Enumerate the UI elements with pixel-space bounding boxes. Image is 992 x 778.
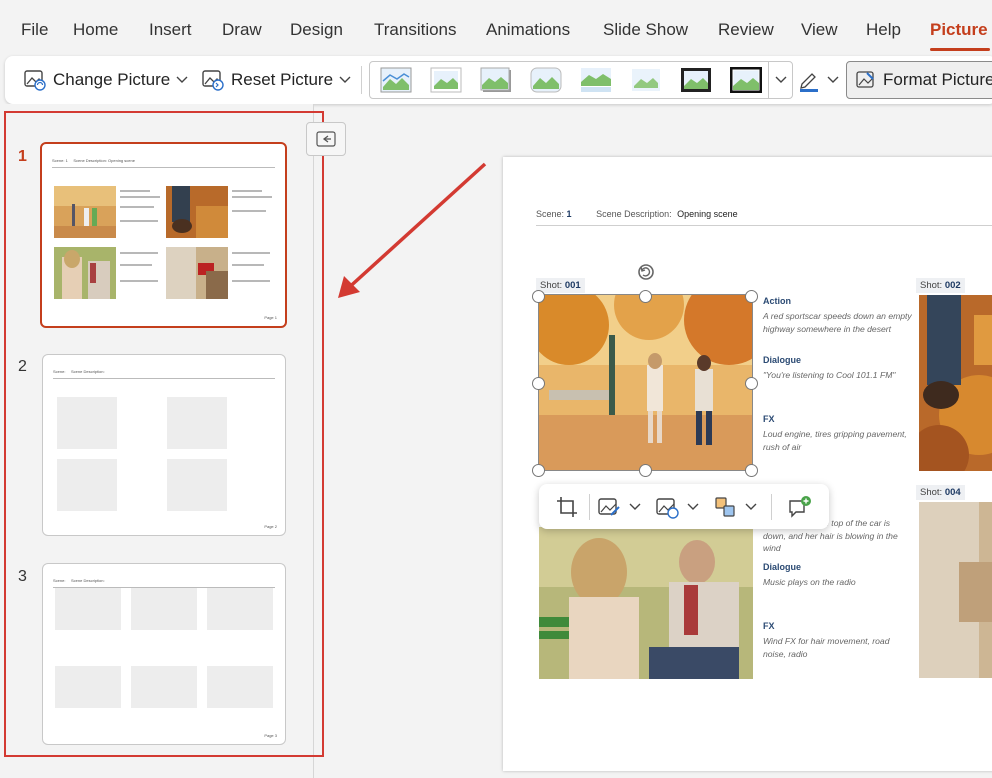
picture-style-rounded[interactable]: [530, 67, 562, 93]
tab-view[interactable]: View: [801, 20, 838, 40]
scene-divider: [536, 225, 992, 226]
chevron-down-icon: [745, 503, 757, 510]
shot-4-label: Shot: 004: [916, 485, 965, 500]
shot-1-dialogue-text: "You're listening to Cool 101.1 FM": [763, 370, 896, 380]
arrange-icon: [715, 497, 735, 517]
tab-transitions[interactable]: Transitions: [374, 20, 457, 40]
resize-handle-top-left[interactable]: [532, 290, 545, 303]
format-picture-icon: [856, 71, 874, 88]
reset-picture-button[interactable]: Reset Picture: [201, 64, 353, 96]
tab-review[interactable]: Review: [718, 20, 774, 40]
crop-icon: [557, 497, 577, 517]
change-picture-button[interactable]: Change Picture: [23, 64, 190, 96]
picture-style-beveled[interactable]: [430, 67, 462, 93]
reset-picture-label: Reset Picture: [231, 70, 334, 89]
picture-style-shadow[interactable]: [480, 67, 512, 93]
thumbnail-pane-highlight-box: [4, 111, 324, 757]
picture-style-soft-edge[interactable]: [630, 67, 662, 93]
picture-border-button[interactable]: [797, 64, 841, 96]
shot-2-label: Shot: 002: [916, 278, 965, 293]
shot-4-photo[interactable]: [919, 502, 992, 678]
new-comment-icon: [789, 496, 811, 518]
tab-picture[interactable]: Picture: [930, 20, 988, 40]
picture-style-simple-frame[interactable]: [380, 67, 412, 93]
selection-frame: [538, 294, 753, 471]
tab-slide-show[interactable]: Slide Show: [603, 20, 688, 40]
shot-1-label: Shot: 001: [536, 278, 585, 293]
ribbon-separator: [361, 66, 362, 94]
picture-style-black-frame[interactable]: [730, 67, 762, 93]
picture-style-icon: [598, 498, 620, 516]
change-picture-icon: [656, 498, 679, 519]
collapse-left-icon: [316, 131, 336, 147]
change-picture-label: Change Picture: [53, 70, 171, 89]
shot-1-fx-title: FX: [763, 414, 775, 424]
new-comment-button[interactable]: [787, 494, 811, 520]
shot-2-photo[interactable]: [919, 295, 992, 471]
picture-style-button[interactable]: [597, 494, 643, 520]
tab-file[interactable]: File: [21, 20, 48, 40]
shot-1-action-text: A red sportscar speeds down an empty hig…: [763, 311, 912, 334]
shot-3-fx-text: Wind FX for hair movement, road noise, r…: [763, 636, 890, 659]
format-picture-button[interactable]: Format Picture: [846, 61, 992, 99]
chevron-down-icon: [827, 76, 839, 83]
ribbon: Change Picture Reset Picture Format Pict…: [5, 56, 992, 104]
picture-styles-gallery: [369, 61, 793, 99]
resize-handle-bottom-left[interactable]: [532, 464, 545, 477]
picture-style-thick-frame[interactable]: [680, 67, 712, 93]
tab-draw[interactable]: Draw: [222, 20, 262, 40]
chevron-down-icon: [775, 76, 786, 83]
arrange-button[interactable]: [713, 494, 759, 520]
rotate-handle-icon[interactable]: [636, 262, 656, 284]
chevron-down-icon: [176, 76, 188, 83]
reset-picture-icon: [202, 70, 224, 91]
pen-icon: [800, 73, 818, 92]
resize-handle-top-right[interactable]: [745, 290, 758, 303]
menu-bar: File Home Insert Draw Design Transitions…: [0, 0, 992, 56]
chevron-down-icon: [339, 76, 351, 83]
crop-button[interactable]: [555, 494, 579, 520]
annotation-arrow-icon: [338, 162, 487, 298]
scene-number: 1: [566, 209, 572, 219]
toolbar-separator: [771, 494, 772, 520]
change-picture-toolbar-button[interactable]: [655, 494, 701, 520]
format-picture-label: Format Picture: [883, 70, 992, 89]
chevron-down-icon: [687, 503, 699, 510]
scene-header: Scene: 1 Scene Description: Opening scen…: [536, 209, 738, 219]
tab-design[interactable]: Design: [290, 20, 343, 40]
resize-handle-bottom[interactable]: [639, 464, 652, 477]
resize-handle-bottom-right[interactable]: [745, 464, 758, 477]
tab-animations[interactable]: Animations: [486, 20, 570, 40]
shot-3-fx-title: FX: [763, 621, 775, 631]
scene-label: Scene:: [536, 209, 565, 219]
shot-3-dialogue-title: Dialogue: [763, 562, 802, 572]
shot-1-fx-text: Loud engine, tires gripping pavement, ru…: [763, 429, 907, 452]
collapse-pane-button[interactable]: [306, 122, 346, 156]
resize-handle-right[interactable]: [745, 377, 758, 390]
tab-insert[interactable]: Insert: [149, 20, 192, 40]
toolbar-separator: [589, 494, 590, 520]
active-tab-indicator: [930, 48, 990, 51]
shot-3-dialogue-text: Music plays on the radio: [763, 577, 856, 587]
scene-description-label: Scene Description:: [596, 209, 672, 219]
floating-picture-toolbar: [539, 484, 829, 529]
tab-help[interactable]: Help: [866, 20, 901, 40]
shot-3-photo[interactable]: [539, 527, 753, 679]
picture-style-reflected[interactable]: [580, 67, 612, 93]
chevron-down-icon: [629, 503, 641, 510]
resize-handle-left[interactable]: [532, 377, 545, 390]
scene-description: Opening scene: [677, 209, 738, 219]
gallery-expand-button[interactable]: [768, 62, 792, 98]
shot-1-action-title: Action: [763, 296, 791, 306]
shot-1-dialogue-title: Dialogue: [763, 355, 802, 365]
change-picture-icon: [24, 70, 46, 91]
resize-handle-top[interactable]: [639, 290, 652, 303]
tab-home[interactable]: Home: [73, 20, 118, 40]
